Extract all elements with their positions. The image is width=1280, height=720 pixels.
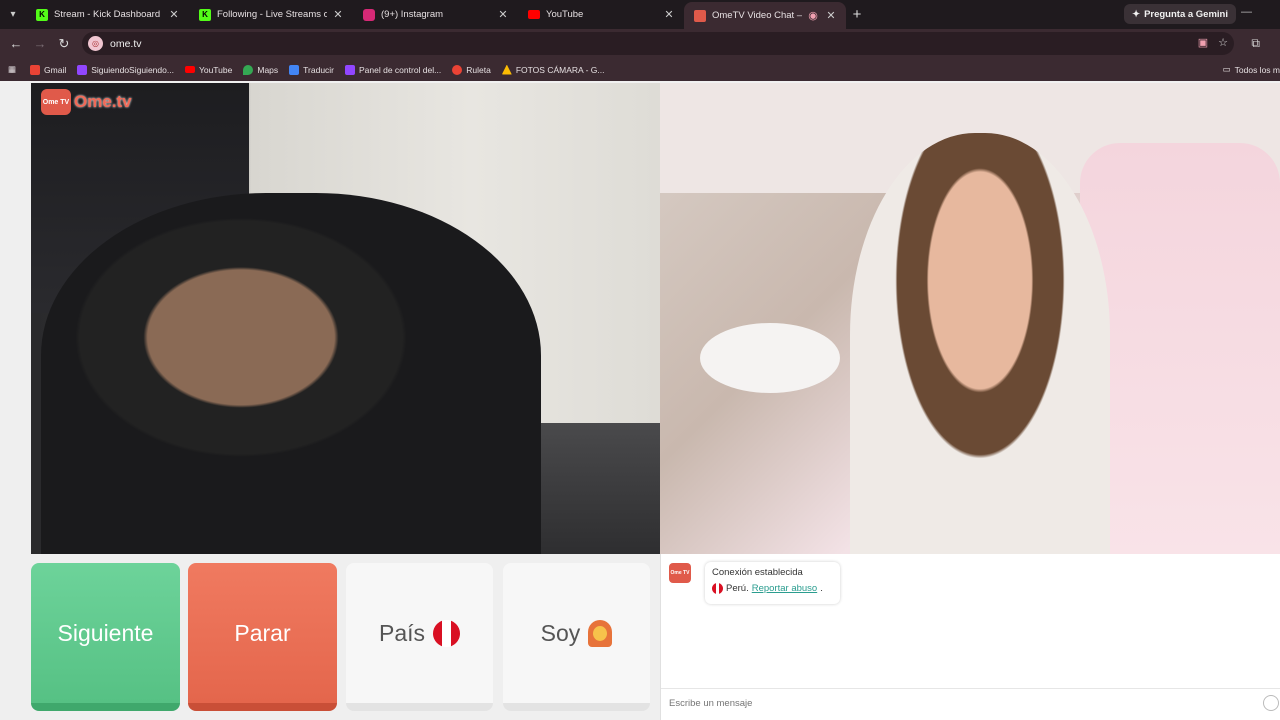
all-bookmarks-button[interactable]: ▭ Todos los m [1223,64,1280,75]
peru-flag-icon [712,583,723,594]
tab-kick-following[interactable]: K Following - Live Streams on Kic ✕ [189,1,353,28]
local-user [41,193,541,554]
bookmarks-bar: ▦ Gmail SiguiendoSiguiendo... YouTube Ma… [0,58,1280,81]
close-icon[interactable]: ✕ [331,8,345,21]
country-button[interactable]: País [346,563,493,711]
gemini-label: Pregunta a Gemini [1144,8,1228,20]
bookmark-label: Ruleta [466,64,491,75]
tab-youtube[interactable]: YouTube ✕ [518,1,684,28]
chat-panel: Ome TV Conexión establecida Perú. Report… [660,554,1280,720]
bookmark-ruleta[interactable]: Ruleta [452,64,491,75]
tab-title: (9+) Instagram [381,9,444,20]
twitch-icon [77,64,88,75]
stop-button[interactable]: Parar [188,563,337,711]
bookmark-label: Maps [257,64,279,75]
bookmark-label: YouTube [198,64,233,75]
close-icon[interactable]: ✕ [167,8,181,21]
bookmark-label: Panel de control del... [359,64,442,75]
close-icon[interactable]: ✕ [496,8,510,21]
cast-icon[interactable]: ▣ [1198,36,1208,49]
omnibox[interactable]: ◎ ome.tv ▣ ☆ [82,32,1234,55]
gender-button[interactable]: Soy [503,563,650,711]
tab-ometv[interactable]: OmeTV Video Chat — Ome ◉ ✕ [684,2,846,29]
bookmark-label: Gmail [44,64,67,75]
bookmark-siguiendo[interactable]: SiguiendoSiguiendo... [77,64,174,75]
reload-button[interactable]: ↻ [52,36,76,52]
tab-bar: ▾ K Stream - Kick Dashboard ✕ K Followin… [0,0,1280,29]
woman-emoji-icon [588,619,613,647]
bookmark-label: FOTOS CÁMARA - G... [515,64,605,75]
tab-title: Following - Live Streams on Kic [217,9,327,20]
back-button[interactable]: ← [4,36,28,51]
next-label: Siguiente [57,619,154,646]
extensions-icon[interactable]: ⧉ [1251,36,1260,51]
system-message: Conexión establecida Perú. Reportar abus… [705,562,840,604]
instagram-icon [363,8,375,21]
report-suffix: . [820,583,823,594]
next-button[interactable]: Siguiente [31,563,180,711]
apps-icon[interactable]: ▦ [8,64,16,75]
tv-icon: Ome TV [41,89,71,115]
bookmark-traducir[interactable]: Traducir [289,64,335,75]
new-tab-button[interactable]: + [846,6,868,23]
all-bookmarks-label: Todos los m [1234,64,1280,75]
message-input[interactable] [669,698,1249,709]
message-input-row [661,688,1280,718]
translate-icon [289,64,300,75]
url-text: ome.tv [110,37,142,50]
bookmark-youtube[interactable]: YouTube [184,64,233,75]
recording-icon: ◉ [808,10,818,22]
tab-title: OmeTV Video Chat — Ome [712,10,802,21]
remote-user [850,133,1110,554]
maps-icon [243,64,254,75]
star-icon[interactable]: ☆ [1218,36,1228,49]
youtube-icon [184,66,195,73]
ometv-page: Ome TV Ome.tv Siguiente Parar País Soy O… [0,83,1280,720]
site-info-icon[interactable]: ◎ [88,36,103,51]
bookmark-gmail[interactable]: Gmail [30,64,67,75]
country-label: País [378,619,426,646]
emoji-picker-icon[interactable] [1263,695,1279,711]
background-chair [1080,143,1280,554]
stop-label: Parar [234,619,291,646]
remote-video [660,83,1280,554]
bookmark-label: Traducir [303,64,335,75]
partner-country: Perú. [726,583,749,594]
tab-instagram[interactable]: (9+) Instagram ✕ [353,1,518,28]
ometv-chat-icon: Ome TV [669,563,691,583]
logo-text: Ome.tv [74,92,132,111]
ometv-logo: Ome TV Ome.tv [41,89,132,115]
report-abuse-link[interactable]: Reportar abuso [752,583,817,594]
bookmark-panel[interactable]: Panel de control del... [345,64,442,75]
kick-icon: K [36,8,48,21]
kick-icon: K [199,8,211,21]
google-icon [452,64,463,75]
drive-icon [501,64,512,75]
twitch-icon [345,64,356,75]
tab-title: Stream - Kick Dashboard [54,9,161,20]
connection-status: Conexión establecida [712,567,803,578]
minimize-button[interactable]: — [1241,6,1252,18]
tab-title: YouTube [546,9,584,20]
ometv-icon [694,9,706,22]
tab-kick-dashboard[interactable]: K Stream - Kick Dashboard ✕ [26,1,189,28]
gender-label: Soy [540,619,581,646]
close-icon[interactable]: ✕ [662,8,676,21]
bookmark-maps[interactable]: Maps [243,64,279,75]
gemini-icon: ✦ [1132,8,1141,20]
address-bar: ← → ↻ ◎ ome.tv ▣ ☆ ⧉ [0,29,1280,58]
bookmark-label: SiguiendoSiguiendo... [91,64,174,75]
close-icon[interactable]: ✕ [824,9,838,22]
gmail-icon [30,64,41,75]
background-pillow [700,323,840,393]
bookmark-fotos[interactable]: FOTOS CÁMARA - G... [501,64,605,75]
gemini-button[interactable]: ✦ Pregunta a Gemini [1124,4,1236,24]
youtube-icon [528,10,540,19]
local-video: Ome TV Ome.tv [31,83,660,554]
forward-button[interactable]: → [28,36,52,51]
tab-search-button[interactable]: ▾ [0,3,26,27]
peru-flag-icon [433,619,461,647]
folder-icon: ▭ [1222,64,1231,74]
